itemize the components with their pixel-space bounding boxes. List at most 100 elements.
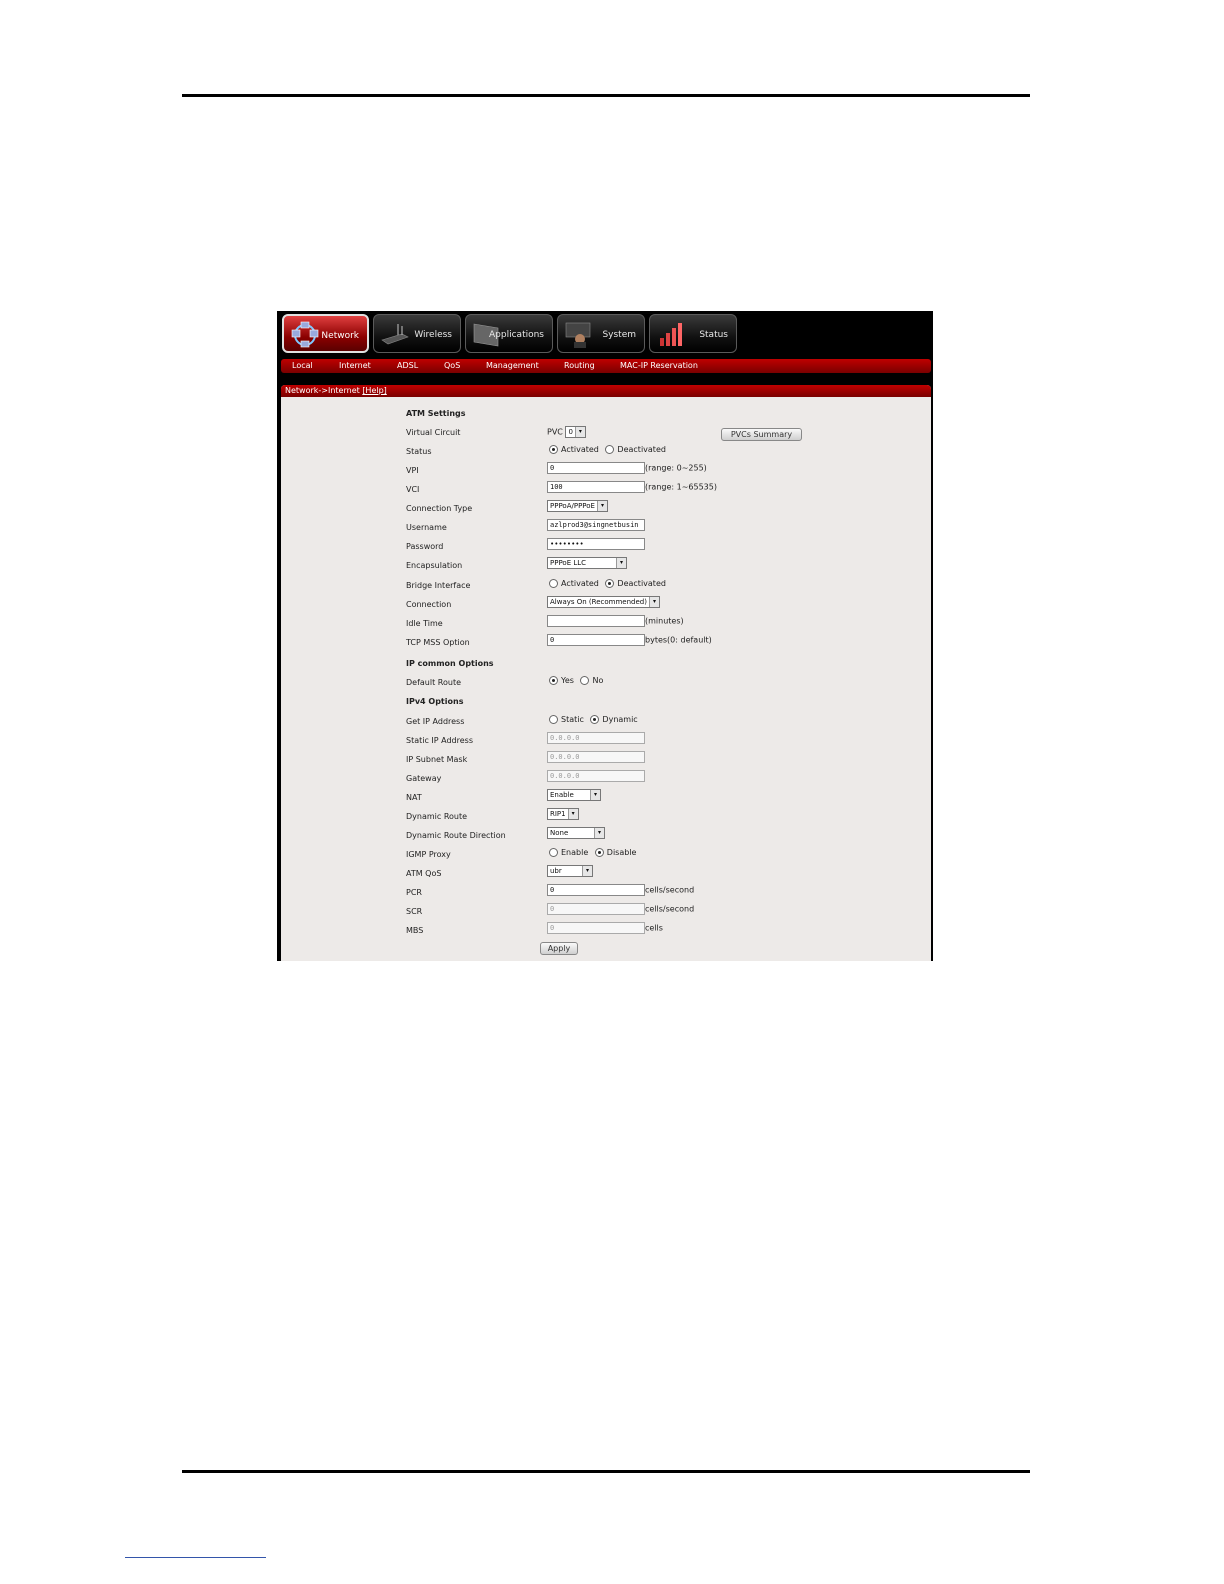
tab-label: Status (699, 330, 728, 340)
idle-time-row: Idle Time (minutes) (281, 615, 931, 633)
chevron-down-icon: ▾ (594, 828, 604, 838)
select-value: 0 (568, 428, 573, 436)
radio-label: No (592, 676, 604, 685)
vci-control: 100 (range: 1~65535) (547, 481, 717, 499)
pvc-select[interactable]: 0 ▾ (565, 426, 586, 438)
header-rule (182, 94, 1030, 97)
status-activated-radio[interactable] (549, 445, 558, 454)
subtab-routing[interactable]: Routing (564, 361, 595, 370)
igmp-enable-radio[interactable] (549, 848, 558, 857)
default-route-yes-radio[interactable] (549, 676, 558, 685)
field-label: TCP MSS Option (406, 638, 470, 647)
username-row: Username azlprod3@singnetbusin (281, 519, 931, 537)
field-label: Gateway (406, 774, 442, 783)
scr-input[interactable]: 0 (547, 903, 645, 915)
nat-row: NAT Enable ▾ (281, 789, 931, 807)
static-ip-input[interactable]: 0.0.0.0 (547, 732, 645, 744)
tab-label: Network (321, 331, 359, 341)
dynamic-route-select[interactable]: RIP1 ▾ (547, 808, 579, 820)
connection-type-select[interactable]: PPPoA/PPPoE ▾ (547, 500, 608, 512)
username-input[interactable]: azlprod3@singnetbusin (547, 519, 645, 531)
connection-select[interactable]: Always On (Recommended) ▾ (547, 596, 660, 608)
radio-label: Disable (606, 848, 637, 857)
vpi-control: 0 (range: 0~255) (547, 462, 707, 480)
ipv4-row: IPv4 Options (281, 693, 931, 711)
field-label: Default Route (406, 678, 461, 687)
encapsulation-select[interactable]: PPPoE LLC ▾ (547, 557, 627, 569)
password-input[interactable]: •••••••• (547, 538, 645, 550)
idle-time-input[interactable] (547, 615, 645, 627)
mbs-input[interactable]: 0 (547, 922, 645, 934)
system-icon (565, 322, 591, 348)
bridge-activated-radio[interactable] (549, 579, 558, 588)
tab-applications[interactable]: Applications (465, 314, 553, 353)
encapsulation-control: PPPoE LLC ▾ (547, 557, 627, 575)
field-label: PCR (406, 888, 422, 897)
atm-qos-select[interactable]: ubr ▾ (547, 865, 593, 877)
status-radio-group: Activated Deactivated (545, 445, 666, 463)
pcr-input[interactable]: 0 (547, 884, 645, 896)
content-panel: Network->Internet [Help] ATM Settings Vi… (281, 385, 931, 961)
subtab-local[interactable]: Local (292, 361, 313, 370)
tab-status[interactable]: Status (649, 314, 737, 353)
get-ip-static-radio[interactable] (549, 715, 558, 724)
vci-input[interactable]: 100 (547, 481, 645, 493)
nat-select[interactable]: Enable ▾ (547, 789, 601, 801)
field-label: Static IP Address (406, 736, 474, 745)
field-hint: (range: 1~65535) (645, 482, 717, 492)
subtab-internet[interactable]: Internet (339, 361, 371, 370)
select-value: PPPoA/PPPoE (550, 502, 595, 510)
field-label: Encapsulation (406, 561, 463, 570)
virtual-circuit-row: Virtual Circuit PVC 0 ▾ PVCs Summary (281, 424, 931, 442)
tab-system[interactable]: System (557, 314, 645, 353)
subnet-mask-input[interactable]: 0.0.0.0 (547, 751, 645, 763)
connection-row: Connection Always On (Recommended) ▾ (281, 596, 931, 614)
breadcrumb: Network->Internet [Help] (285, 386, 387, 395)
select-value: Enable (550, 791, 574, 799)
gateway-input[interactable]: 0.0.0.0 (547, 770, 645, 782)
panel-header: Network->Internet [Help] (281, 385, 931, 397)
field-label: Status (406, 447, 432, 456)
router-icon (381, 324, 409, 345)
field-label: Connection (406, 600, 452, 609)
get-ip-row: Get IP Address Static Dynamic (281, 713, 931, 731)
password-control: •••••••• (547, 538, 645, 556)
status-chart-icon (660, 323, 682, 346)
field-label: Get IP Address (406, 717, 465, 726)
field-label: Virtual Circuit (406, 428, 461, 437)
tcp-mss-input[interactable]: 0 (547, 634, 645, 646)
select-value: ubr (550, 867, 562, 875)
field-label: Password (406, 542, 444, 551)
breadcrumb-path: Network->Internet (285, 386, 363, 395)
get-ip-dynamic-radio[interactable] (590, 715, 600, 724)
tab-label: Applications (489, 330, 544, 340)
igmp-disable-radio[interactable] (594, 848, 604, 857)
sub-navigation: Local Internet ADSL QoS Management Routi… (281, 359, 931, 373)
tab-wireless[interactable]: Wireless (373, 314, 461, 353)
dynamic-route-direction-select[interactable]: None ▾ (547, 827, 605, 839)
help-link[interactable]: [Help] (362, 386, 386, 395)
vpi-input[interactable]: 0 (547, 462, 645, 474)
get-ip-radio-group: Static Dynamic (545, 715, 638, 733)
status-deactivated-radio[interactable] (605, 445, 615, 454)
select-value: RIP1 (550, 810, 566, 818)
subtab-mac-ip-reservation[interactable]: MAC-IP Reservation (620, 361, 698, 370)
username-control: azlprod3@singnetbusin (547, 519, 645, 537)
pvcs-summary-button[interactable]: PVCs Summary (721, 428, 802, 441)
field-label: VCI (406, 485, 420, 494)
field-hint: (range: 0~255) (645, 463, 707, 473)
subtab-qos[interactable]: QoS (444, 361, 460, 370)
radio-label: Deactivated (617, 445, 666, 454)
subtab-management[interactable]: Management (486, 361, 539, 370)
apply-button[interactable]: Apply (540, 942, 578, 955)
chevron-down-icon: ▾ (648, 597, 659, 607)
bridge-deactivated-radio[interactable] (605, 579, 615, 588)
connection-type-control: PPPoA/PPPoE ▾ (547, 500, 608, 518)
subtab-adsl[interactable]: ADSL (397, 361, 418, 370)
default-route-no-radio[interactable] (580, 676, 590, 685)
static-ip-row: Static IP Address 0.0.0.0 (281, 732, 931, 750)
tab-network[interactable]: Network (282, 314, 369, 353)
dynamic-route-control: RIP1 ▾ (547, 808, 579, 826)
select-value: None (550, 829, 569, 837)
field-label: NAT (406, 793, 422, 802)
